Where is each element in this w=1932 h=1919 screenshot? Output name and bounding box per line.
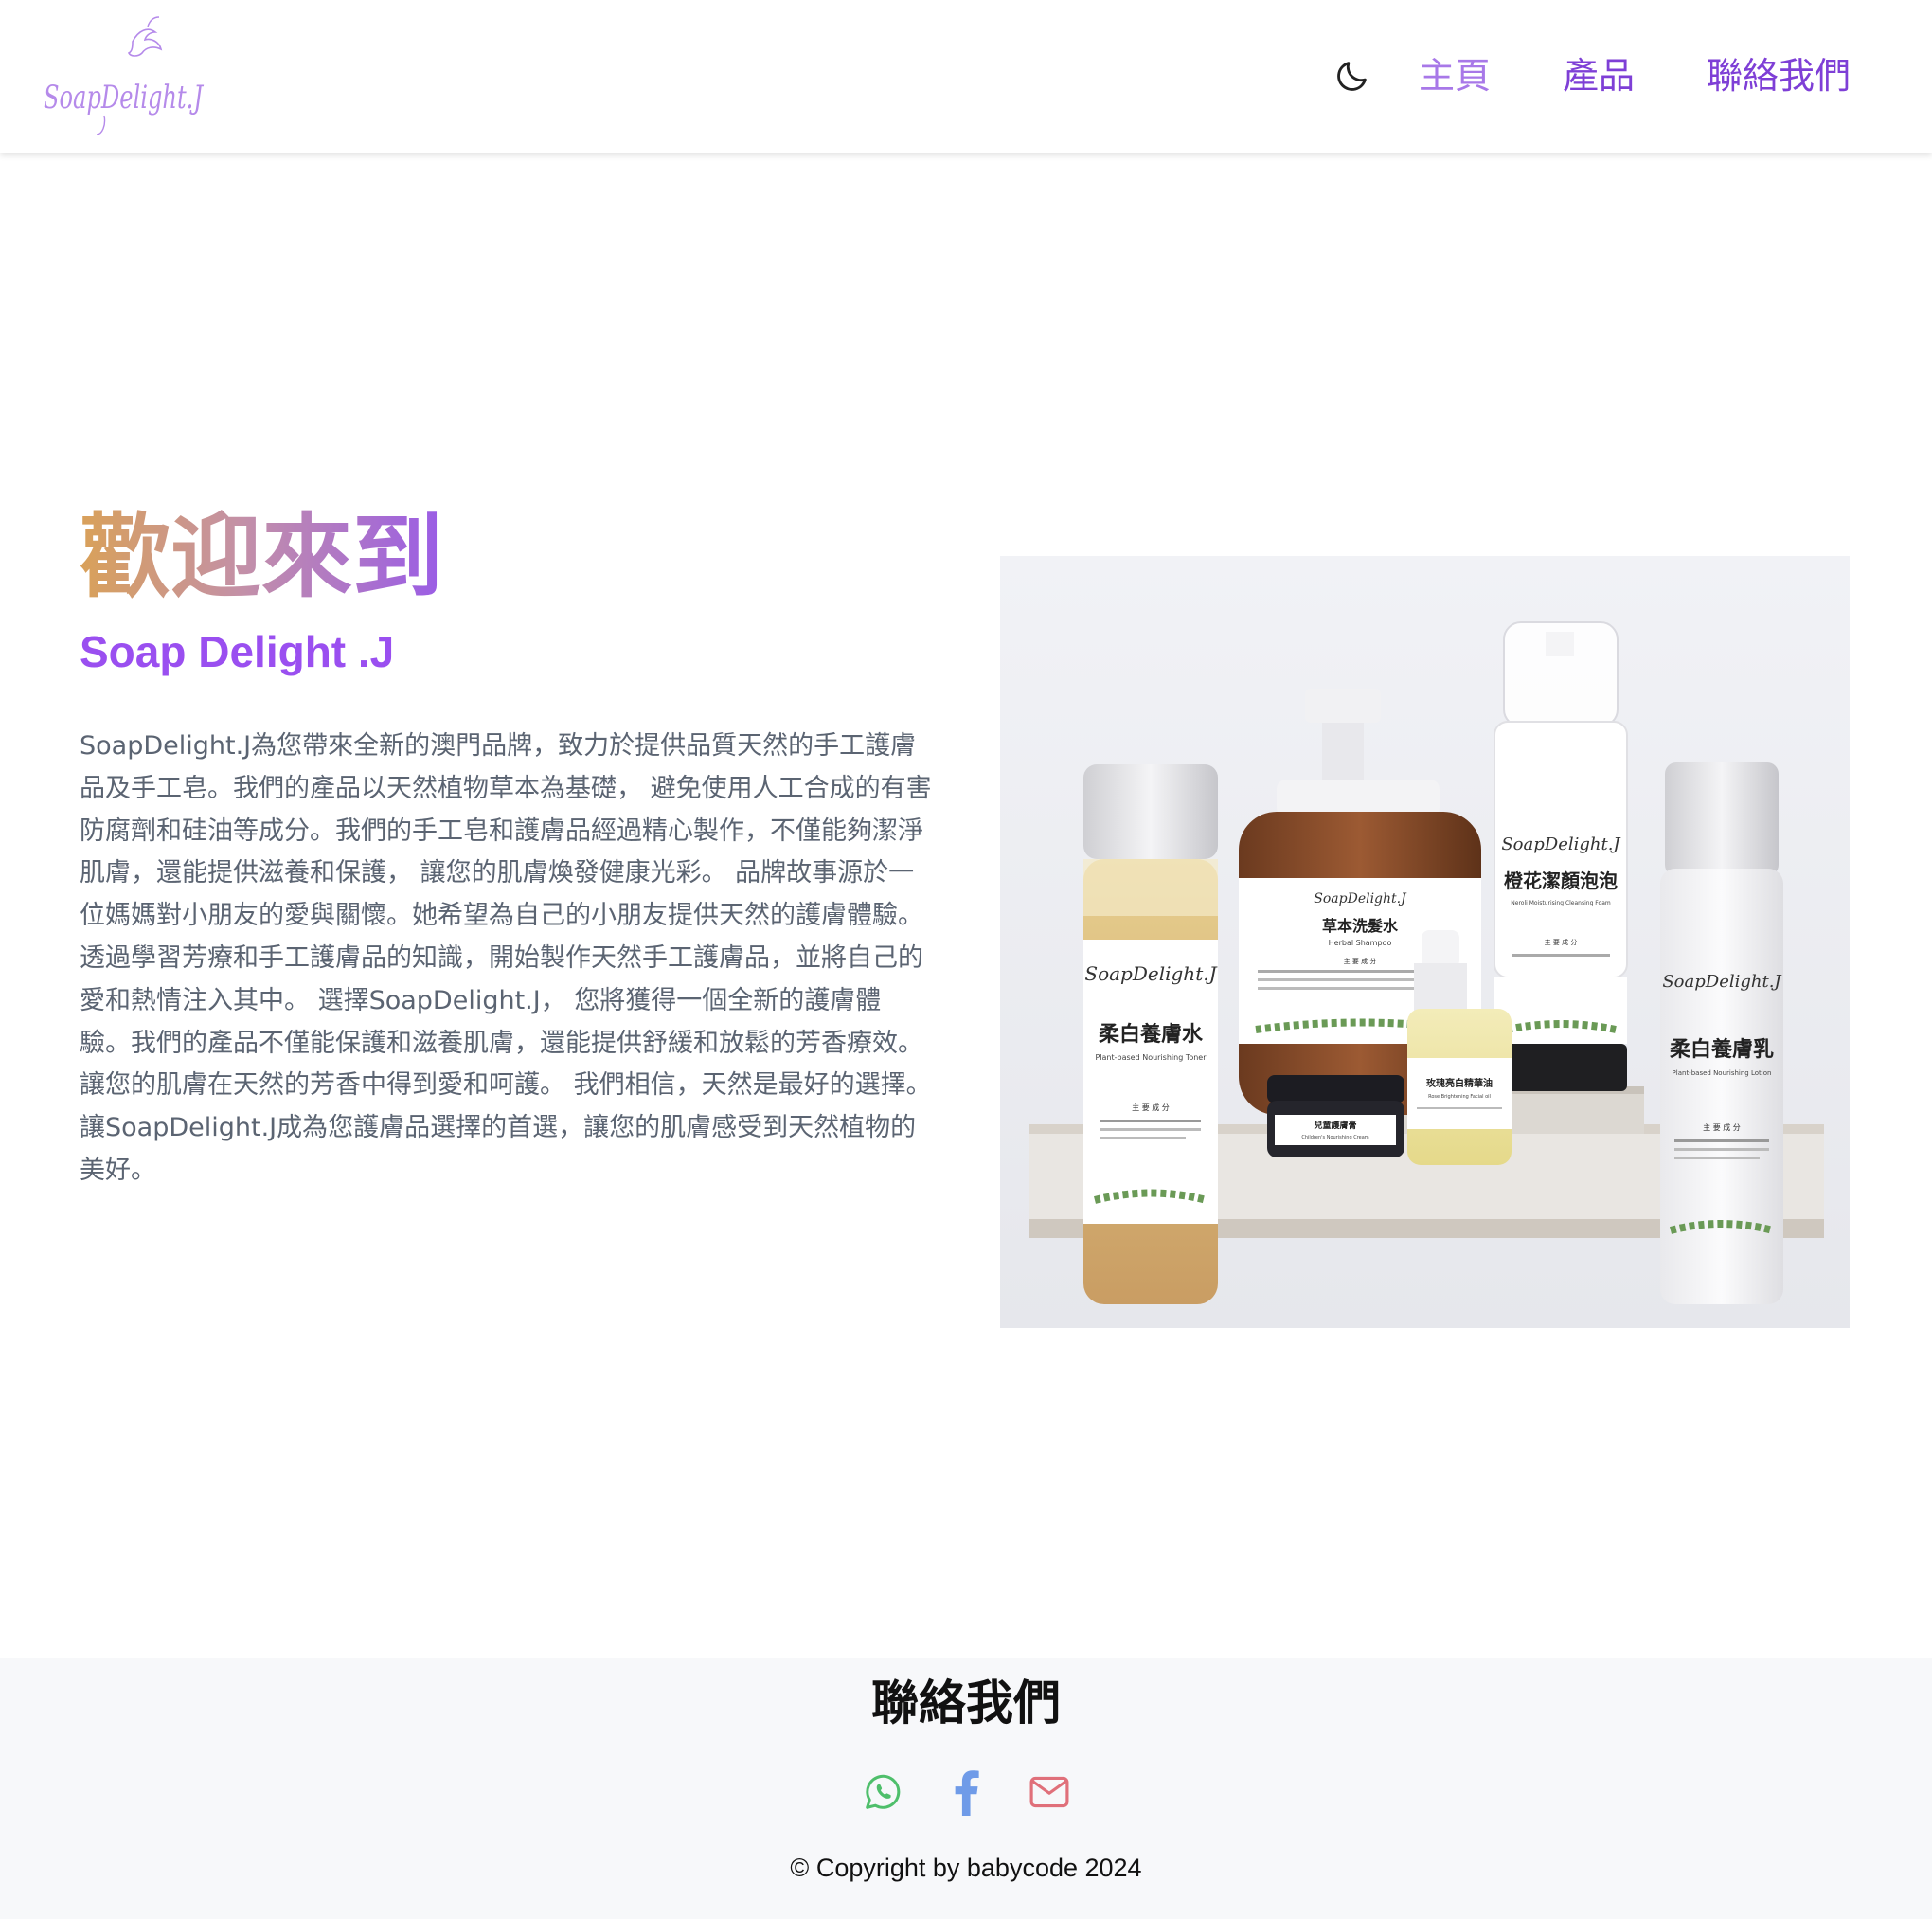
hero-description: SoapDelight.J為您帶來全新的澳門品牌，致力於提供品質天然的手工護膚品… [80, 731, 932, 1185]
whatsapp-link[interactable] [860, 1767, 905, 1817]
svg-text:柔白養膚乳: 柔白養膚乳 [1670, 1037, 1774, 1062]
footer-social-links [0, 1767, 1932, 1817]
site-footer: 聯絡我們 © Copyright by babycode 2024 [0, 1658, 1932, 1919]
moon-icon [1337, 62, 1367, 91]
svg-text:SoapDelight.J: SoapDelight.J [1662, 972, 1782, 992]
svg-text:主 要 成 分: 主 要 成 分 [1545, 938, 1578, 946]
svg-text:Rose Brightening Facial oil: Rose Brightening Facial oil [1428, 1094, 1491, 1100]
logo-script-text: SoapDelight.J [44, 79, 205, 117]
svg-text:Plant-based Nourishing Lotion: Plant-based Nourishing Lotion [1673, 1069, 1772, 1077]
logo-graphic: SoapDelight.J [44, 16, 205, 135]
svg-text:Plant-based Nourishing Toner: Plant-based Nourishing Toner [1095, 1053, 1207, 1062]
svg-text:草本洗髮水: 草本洗髮水 [1322, 917, 1399, 935]
svg-text:橙花潔顏泡泡: 橙花潔顏泡泡 [1504, 870, 1618, 892]
svg-text:主 要 成 分: 主 要 成 分 [1132, 1103, 1170, 1112]
svg-text:SoapDelight.J: SoapDelight.J [1084, 962, 1217, 985]
hero-subtitle: Soap Delight .J [80, 627, 395, 676]
svg-text:柔白養膚水: 柔白養膚水 [1099, 1022, 1204, 1047]
hero-title: 歡迎來到 [80, 504, 443, 610]
product-photo-illustration: SoapDelight.J 柔白養膚水 Plant-based Nourishi… [1000, 556, 1850, 1328]
facebook-icon [955, 1770, 979, 1816]
brand-logo[interactable]: SoapDelight.J [38, 13, 208, 136]
svg-text:主 要 成 分: 主 要 成 分 [1703, 1122, 1741, 1132]
whatsapp-icon [866, 1774, 901, 1809]
theme-toggle-button[interactable] [1332, 55, 1373, 97]
svg-text:主 要 成 分: 主 要 成 分 [1344, 957, 1377, 965]
svg-text:Children's Nourishing Cream: Children's Nourishing Cream [1301, 1135, 1368, 1140]
main-nav: 主頁 產品 聯絡我們 [1332, 49, 1851, 102]
svg-text:SoapDelight.J: SoapDelight.J [1501, 834, 1621, 854]
footer-title: 聯絡我們 [871, 1675, 1061, 1731]
copyright-text: © Copyright by babycode 2024 [790, 1854, 1142, 1882]
product-photo: SoapDelight.J 柔白養膚水 Plant-based Nourishi… [1000, 556, 1850, 1328]
svg-text:Neroli Moisturising Cleansing: Neroli Moisturising Cleansing Foam [1511, 900, 1611, 906]
site-header: SoapDelight.J 主頁 產品 聯絡我們 [0, 0, 1932, 153]
facebook-link[interactable] [943, 1767, 989, 1817]
nav-products-link[interactable]: 產品 [1563, 49, 1635, 102]
svg-text:SoapDelight.J: SoapDelight.J [1314, 891, 1407, 906]
mail-icon [1029, 1776, 1069, 1808]
email-link[interactable] [1027, 1767, 1072, 1817]
svg-text:Herbal Shampoo: Herbal Shampoo [1329, 939, 1392, 947]
nav-contact-link[interactable]: 聯絡我們 [1707, 49, 1851, 102]
svg-text:兒童護膚膏: 兒童護膚膏 [1314, 1120, 1356, 1131]
nav-home-link[interactable]: 主頁 [1419, 49, 1491, 102]
svg-text:玫瑰亮白精華油: 玫瑰亮白精華油 [1426, 1077, 1493, 1089]
